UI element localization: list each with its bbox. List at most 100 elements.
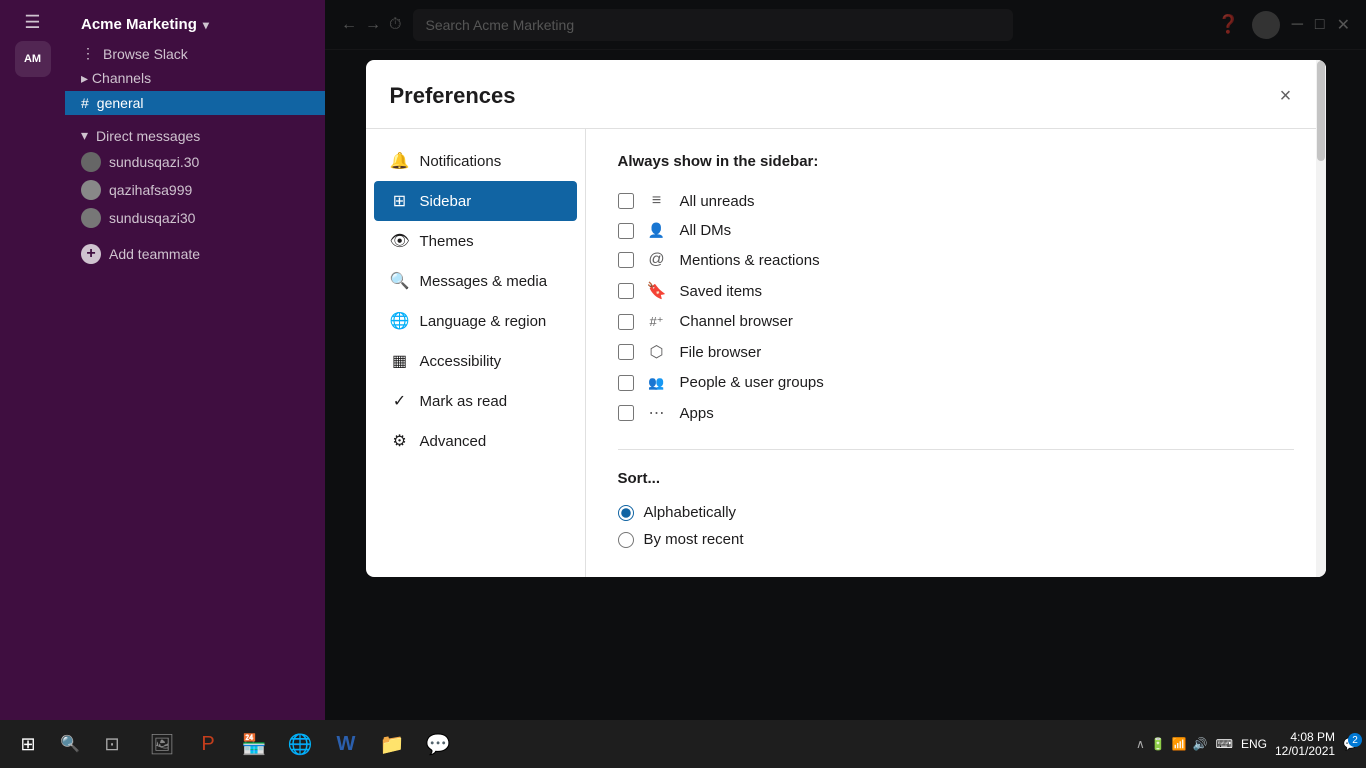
- preferences-content: Always show in the sidebar: ≡ All unread…: [586, 129, 1326, 577]
- sidebar-add-teammate[interactable]: + Add teammate: [65, 240, 325, 268]
- mentions-icon: @: [646, 251, 668, 269]
- pref-nav-language[interactable]: 🌐 Language & region: [374, 301, 577, 341]
- pref-nav-themes[interactable]: 👁 Themes: [374, 221, 577, 261]
- alphabetically-label: Alphabetically: [644, 504, 737, 521]
- sidebar-icon: ⊞: [390, 191, 410, 211]
- messages-icon: 🔍: [390, 271, 410, 291]
- pref-nav-sidebar[interactable]: ⊞ Sidebar: [374, 181, 577, 221]
- workspace-header[interactable]: Acme Marketing ▾: [65, 8, 325, 41]
- sidebar-dm-user-2[interactable]: qazihafsa999: [65, 176, 325, 204]
- language-icon: 🌐: [390, 311, 410, 331]
- dm-username-1: sundusqazi.30: [109, 154, 199, 170]
- checkbox-all-dms-input[interactable]: [618, 223, 634, 239]
- pref-nav-messages[interactable]: 🔍 Messages & media: [374, 261, 577, 301]
- taskbar-files-app[interactable]: 📁: [370, 722, 414, 766]
- checkbox-channel-browser-input[interactable]: [618, 314, 634, 330]
- start-button[interactable]: ⊞: [8, 724, 48, 764]
- taskbar-slack-app[interactable]: 💬: [416, 722, 460, 766]
- checkbox-file-browser[interactable]: ⬡ File browser: [618, 336, 1294, 368]
- language-label: Language & region: [420, 313, 547, 330]
- taskbar-word-app[interactable]: W: [324, 722, 368, 766]
- taskbar-time: 4:08 PM: [1275, 730, 1335, 744]
- apps-icon: ⋯: [646, 403, 668, 423]
- hamburger-icon[interactable]: ☰: [24, 12, 40, 33]
- most-recent-label: By most recent: [644, 531, 744, 548]
- checkbox-all-unreads-input[interactable]: [618, 193, 634, 209]
- volume-icon: 🔊: [1193, 737, 1208, 751]
- sidebar-section-title: Always show in the sidebar:: [618, 153, 1294, 170]
- checkbox-saved-input[interactable]: [618, 283, 634, 299]
- taskbar-chrome-app[interactable]: 🌐: [278, 722, 322, 766]
- notification-badge: 2: [1348, 733, 1362, 747]
- checkbox-people-input[interactable]: [618, 375, 634, 391]
- radio-alphabetically[interactable]: Alphabetically: [618, 499, 1294, 526]
- file-browser-icon: ⬡: [646, 342, 668, 362]
- preferences-nav: 🔔 Notifications ⊞ Sidebar 👁 Themes: [366, 129, 586, 577]
- pref-nav-notifications[interactable]: 🔔 Notifications: [374, 141, 577, 181]
- sidebar-channels-header[interactable]: ▸ Channels: [65, 66, 325, 91]
- taskbar-pinned-icons: ⊡: [92, 724, 132, 764]
- scrollbar-thumb[interactable]: [1317, 129, 1325, 161]
- network-icon: 📶: [1172, 737, 1187, 751]
- sidebar-dm-user-3[interactable]: sundusqazi30: [65, 204, 325, 232]
- saved-items-icon: 🔖: [646, 281, 668, 301]
- taskbar-clock[interactable]: 4:08 PM 12/01/2021: [1275, 730, 1335, 758]
- sidebar-dm-user-1[interactable]: sundusqazi.30: [65, 148, 325, 176]
- pref-nav-accessibility[interactable]: ▦ Accessibility: [374, 341, 577, 381]
- main-content: ← → ⏱ Search Acme Marketing ❓ ─ □ ✕ Pref…: [325, 0, 1366, 720]
- notifications-icon: 🔔: [390, 151, 410, 171]
- mentions-label: Mentions & reactions: [680, 252, 820, 269]
- taskbar-store-app[interactable]: 🏪: [232, 722, 276, 766]
- checkbox-all-unreads[interactable]: ≡ All unreads: [618, 186, 1294, 216]
- themes-label: Themes: [420, 233, 474, 250]
- sidebar-direct-messages[interactable]: ▾ Direct messages: [65, 123, 325, 148]
- slack-app: ☰ AM Acme Marketing ▾ ⋮ Browse Slack ▸ C…: [0, 0, 1366, 720]
- checkbox-mentions-reactions[interactable]: @ Mentions & reactions: [618, 245, 1294, 275]
- notification-center-button[interactable]: 💬 2: [1343, 737, 1358, 751]
- taskbar-search-button[interactable]: 🔍: [52, 726, 88, 762]
- language-indicator: ENG: [1241, 737, 1267, 751]
- scrollbar[interactable]: [1316, 129, 1326, 577]
- checkbox-apps[interactable]: ⋯ Apps: [618, 397, 1294, 429]
- checkbox-channel-browser[interactable]: #⁺ Channel browser: [618, 307, 1294, 336]
- dialog-title: Preferences: [390, 83, 516, 109]
- checkbox-all-dms[interactable]: 👤 All DMs: [618, 216, 1294, 245]
- browse-slack-label: Browse Slack: [103, 46, 188, 62]
- sidebar-label: Sidebar: [420, 193, 472, 210]
- workspace-avatar[interactable]: AM: [15, 41, 51, 77]
- channel-browser-icon: #⁺: [646, 314, 668, 330]
- taskbar-file-explorer[interactable]: ⊡: [92, 724, 132, 764]
- checkbox-saved-items[interactable]: 🔖 Saved items: [618, 275, 1294, 307]
- checkbox-file-browser-input[interactable]: [618, 344, 634, 360]
- checkbox-people-user-groups[interactable]: 👥 People & user groups: [618, 368, 1294, 397]
- checkbox-mentions-input[interactable]: [618, 252, 634, 268]
- radio-most-recent-input[interactable]: [618, 532, 634, 548]
- dialog-header: Preferences ×: [366, 60, 1326, 112]
- tray-chevron[interactable]: ∧: [1136, 737, 1145, 751]
- radio-alphabetically-input[interactable]: [618, 505, 634, 521]
- dm-avatar-3: [81, 208, 101, 228]
- all-unreads-icon: ≡: [646, 192, 668, 210]
- sidebar-general-channel[interactable]: # general: [65, 91, 325, 115]
- taskbar-photos-app[interactable]: 🖼: [140, 722, 184, 766]
- accessibility-label: Accessibility: [420, 353, 502, 370]
- section-divider: [618, 449, 1294, 450]
- pref-nav-mark-as-read[interactable]: ✓ Mark as read: [374, 381, 577, 421]
- dialog-close-button[interactable]: ×: [1270, 80, 1302, 112]
- all-dms-icon: 👤: [646, 222, 668, 239]
- sidebar-browse-slack[interactable]: ⋮ Browse Slack: [65, 41, 325, 66]
- advanced-icon: ⚙: [390, 431, 410, 451]
- apps-label: Apps: [680, 405, 714, 422]
- taskbar-app-icons: 🖼 P 🏪 🌐 W 📁 💬: [140, 722, 460, 766]
- taskbar-powerpoint-app[interactable]: P: [186, 722, 230, 766]
- modal-overlay: Preferences × 🔔 Notifications: [325, 0, 1366, 720]
- add-teammate-label: Add teammate: [109, 246, 200, 262]
- pref-nav-advanced[interactable]: ⚙ Advanced: [374, 421, 577, 461]
- mark-as-read-icon: ✓: [390, 391, 410, 411]
- taskbar: ⊞ 🔍 ⊡ 🖼 P 🏪 🌐 W 📁 💬 ∧ 🔋 📶 🔊 ⌨ ENG 4:08 P…: [0, 720, 1366, 768]
- slack-sidebar: Acme Marketing ▾ ⋮ Browse Slack ▸ Channe…: [65, 0, 325, 720]
- hash-icon: #: [81, 95, 89, 111]
- file-browser-label: File browser: [680, 344, 762, 361]
- checkbox-apps-input[interactable]: [618, 405, 634, 421]
- radio-most-recent[interactable]: By most recent: [618, 526, 1294, 553]
